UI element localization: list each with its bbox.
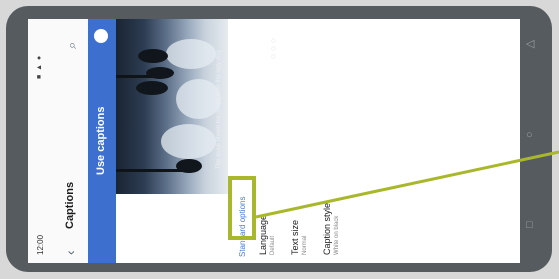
callout-line xyxy=(255,150,559,219)
callout-pointer-line xyxy=(255,150,559,219)
